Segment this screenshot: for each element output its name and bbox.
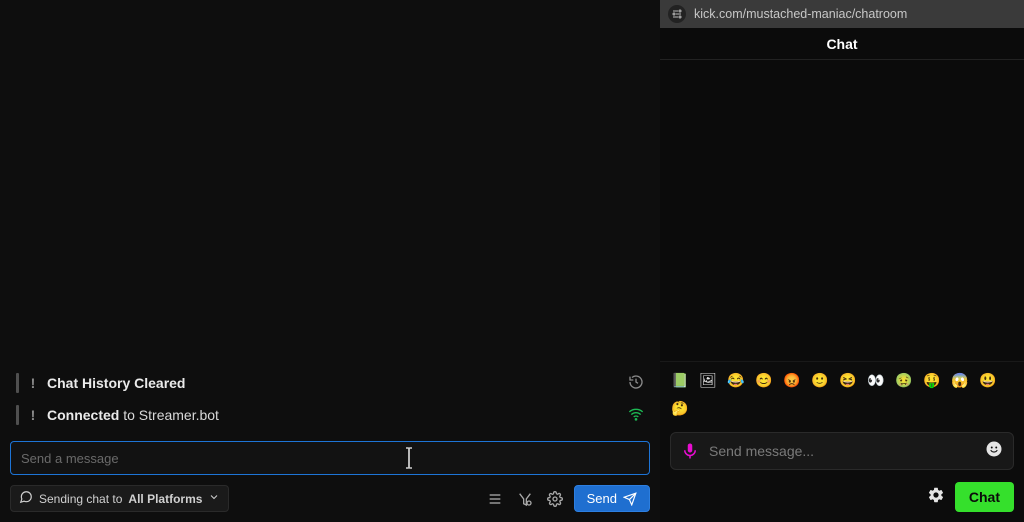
emote-item[interactable]: 🙂 xyxy=(810,370,830,390)
gear-icon[interactable] xyxy=(544,488,566,510)
chat-header-title: Chat xyxy=(826,36,857,52)
emote-item[interactable]: 🤑 xyxy=(922,370,942,390)
info-icon: ! xyxy=(29,375,37,391)
system-message-rest: to Streamer.bot xyxy=(119,407,219,423)
send-button[interactable]: Send xyxy=(574,485,650,512)
row-accent-bar xyxy=(16,405,19,425)
filter-icon[interactable] xyxy=(514,488,536,510)
system-message-text: Chat History Cleared xyxy=(47,375,618,391)
chat-body xyxy=(660,60,1024,361)
url-text: kick.com/mustached-maniac/chatroom xyxy=(694,7,907,21)
kick-action-row: Chat xyxy=(660,474,1024,522)
emote-item[interactable]: 🤔 xyxy=(670,398,690,418)
address-bar[interactable]: kick.com/mustached-maniac/chatroom xyxy=(660,0,1024,28)
chat-send-button[interactable]: Chat xyxy=(955,482,1014,512)
emote-item[interactable]: 📗 xyxy=(670,370,690,390)
message-input[interactable] xyxy=(21,451,639,466)
emote-item[interactable]: 😊 xyxy=(754,370,774,390)
emoji-picker-icon[interactable] xyxy=(985,440,1003,463)
compose-toolbar: Sending chat to All Platforms Send xyxy=(0,485,660,522)
send-icon xyxy=(623,492,637,506)
emote-item[interactable]: 😆 xyxy=(838,370,858,390)
list-icon[interactable] xyxy=(484,488,506,510)
microphone-icon[interactable] xyxy=(681,442,699,460)
system-message-feed: ! Chat History Cleared ! Connected to St… xyxy=(0,0,660,431)
emote-row: 📗 🖼 😂 😊 😡 🙂 😆 👀 🤢 🤑 😱 😃 🤔 xyxy=(660,361,1024,426)
compose-area xyxy=(0,431,660,485)
emote-item[interactable]: 🖼 xyxy=(698,370,718,390)
platform-selector-value: All Platforms xyxy=(128,492,202,506)
emote-item[interactable]: 😃 xyxy=(978,370,998,390)
site-settings-icon[interactable] xyxy=(668,5,686,23)
kick-compose-area xyxy=(660,426,1024,474)
chat-header: Chat xyxy=(660,28,1024,60)
send-button-label: Send xyxy=(587,491,617,506)
text-cursor-icon xyxy=(404,447,405,469)
system-message-row: ! Chat History Cleared xyxy=(10,367,650,399)
emote-item[interactable]: 😡 xyxy=(782,370,802,390)
kick-message-input-wrapper[interactable] xyxy=(670,432,1014,470)
system-message-text: Connected to Streamer.bot xyxy=(47,407,618,423)
kick-message-input[interactable] xyxy=(709,443,975,459)
platform-selector[interactable]: Sending chat to All Platforms xyxy=(10,485,229,512)
chevron-down-icon xyxy=(208,491,220,506)
gear-icon[interactable] xyxy=(927,486,945,509)
row-accent-bar xyxy=(16,373,19,393)
message-input-wrapper[interactable] xyxy=(10,441,650,475)
emote-item[interactable]: 🤢 xyxy=(894,370,914,390)
system-message-bold: Chat History Cleared xyxy=(47,375,185,391)
browser-panel: kick.com/mustached-maniac/chatroom Chat … xyxy=(660,0,1024,522)
emote-item[interactable]: 👀 xyxy=(866,370,886,390)
history-icon xyxy=(628,374,644,393)
system-message-bold: Connected xyxy=(47,407,119,423)
emote-item[interactable]: 😱 xyxy=(950,370,970,390)
info-icon: ! xyxy=(29,407,37,423)
system-message-row: ! Connected to Streamer.bot xyxy=(10,399,650,431)
streamerbot-panel: ! Chat History Cleared ! Connected to St… xyxy=(0,0,660,522)
chat-bubble-icon xyxy=(19,490,33,507)
wifi-icon xyxy=(628,406,644,425)
emote-item[interactable]: 😂 xyxy=(726,370,746,390)
platform-selector-prefix: Sending chat to xyxy=(39,492,122,506)
